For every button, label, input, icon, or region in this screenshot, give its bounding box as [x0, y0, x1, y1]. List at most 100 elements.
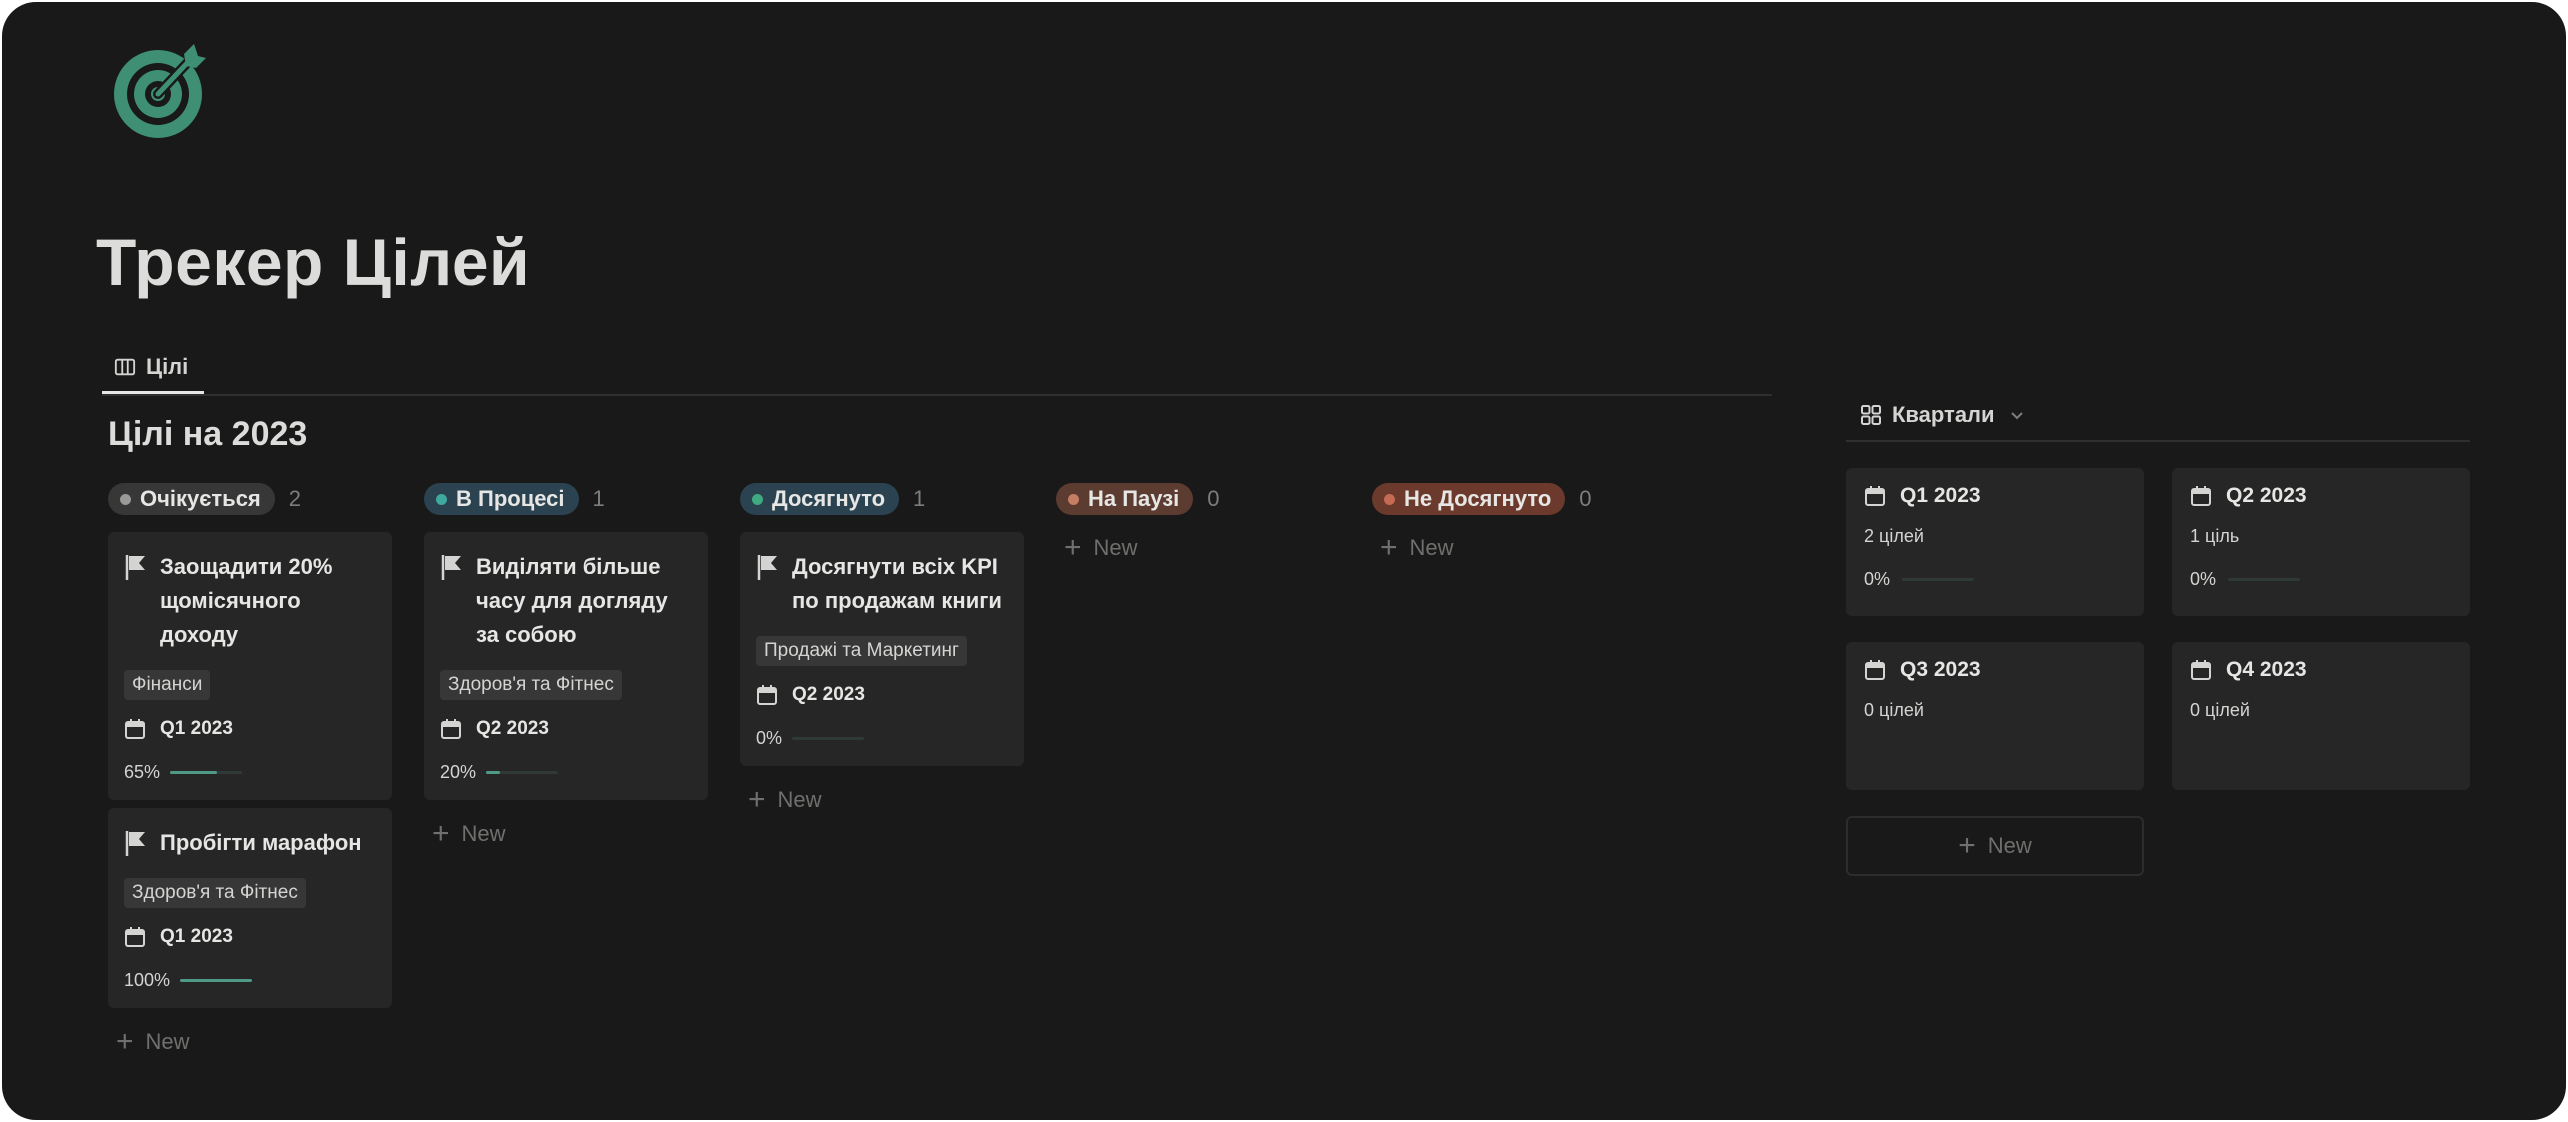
new-label: New — [777, 787, 822, 812]
flag-icon — [441, 555, 461, 580]
app-window: Трекер Цілей Цілі Цілі на 2023 Очікуєтьс… — [2, 2, 2566, 1120]
quarter-card[interactable]: Q3 2023 0 цілей — [1846, 642, 2144, 790]
calendar-icon — [2191, 660, 2211, 680]
progress-bar — [180, 978, 253, 982]
goal-card[interactable]: Досягнути всіх KPI по продажам книги Про… — [740, 532, 1024, 766]
new-card-button[interactable]: + New — [424, 814, 710, 854]
column-header: Досягнуто 1 — [740, 482, 1026, 516]
goal-card[interactable]: Заощадити 20% щомісячного доходу Фінанси… — [108, 532, 392, 800]
new-label: New — [145, 1029, 190, 1054]
new-card-button[interactable]: + New — [1372, 528, 1658, 568]
progress-label: 65% — [124, 761, 161, 782]
board-column-pending: Очікується 2 Заощадити 20% щомісячного д… — [108, 482, 394, 1062]
new-card-button[interactable]: + New — [108, 1022, 394, 1062]
goal-count: 0 цілей — [2190, 700, 2250, 720]
status-dot — [752, 493, 763, 505]
progress-label: 20% — [440, 761, 477, 782]
status-pill[interactable]: Досягнуто — [740, 483, 900, 515]
quarters-view-tab[interactable]: Квартали — [1846, 390, 2470, 442]
calendar-icon — [2191, 486, 2211, 506]
progress-bar — [486, 770, 559, 774]
calendar-icon — [757, 685, 777, 705]
status-pill[interactable]: На Паузі — [1056, 483, 1194, 515]
calendar-icon — [125, 719, 145, 739]
goal-card[interactable]: Виділяти більше часу для догляду за собо… — [424, 532, 708, 800]
progress-fill — [486, 770, 501, 774]
plus-icon: + — [1064, 531, 1082, 564]
progress-label: 0% — [1864, 569, 1891, 589]
quarter-title: Q2 2023 — [2226, 484, 2307, 507]
status-pill[interactable]: Очікується — [108, 483, 275, 515]
status-dot — [436, 493, 447, 505]
column-header: Очікується 2 — [108, 482, 394, 516]
quarter-card[interactable]: Q1 2023 2 цілей 0% — [1846, 468, 2144, 616]
status-pill[interactable]: В Процесі — [424, 483, 579, 515]
progress-fill — [180, 978, 253, 982]
flag-icon — [125, 831, 145, 856]
view-tabs: Цілі — [102, 342, 1772, 396]
status-dot — [1384, 493, 1395, 505]
goal-count: 0 цілей — [1864, 700, 1924, 720]
chevron-down-icon — [2010, 412, 2023, 420]
category-tag: Фінанси — [124, 670, 211, 700]
goal-count: 1 ціль — [2190, 526, 2240, 546]
status-label: На Паузі — [1088, 486, 1180, 511]
gallery-grid-icon — [1861, 405, 1881, 425]
quarter-card[interactable]: Q4 2023 0 цілей — [2172, 642, 2470, 790]
status-label: Досягнуто — [772, 486, 886, 511]
goal-title: Пробігти марафон — [160, 830, 362, 855]
board-column-achieved: Досягнуто 1 Досягнути всіх KPI по продаж… — [740, 482, 1026, 820]
section-title: Цілі на 2023 — [108, 415, 308, 453]
column-header: В Процесі 1 — [424, 482, 710, 516]
status-dot — [120, 493, 131, 505]
progress-label: 0% — [2190, 569, 2217, 589]
column-count: 0 — [1207, 486, 1220, 511]
plus-icon: + — [748, 783, 766, 816]
new-label: New — [1093, 535, 1138, 560]
progress-bar — [2228, 578, 2301, 581]
new-card-button[interactable]: + New — [1056, 528, 1342, 568]
progress-fill — [170, 770, 217, 774]
new-quarter-button[interactable]: + New — [1846, 816, 2144, 876]
status-pill[interactable]: Не Досягнуто — [1372, 483, 1566, 515]
goal-title: Виділяти більше часу для догляду за собо… — [476, 554, 668, 647]
category-tag: Здоров'я та Фітнес — [440, 670, 622, 700]
board-column-not-achieved: Не Досягнуто 0 + New — [1372, 482, 1658, 568]
goal-count: 2 цілей — [1864, 526, 1924, 546]
page-title: Трекер Цілей — [96, 225, 531, 299]
status-label: В Процесі — [456, 486, 565, 511]
goal-title: Заощадити 20% щомісячного доходу — [160, 554, 333, 647]
progress-label: 0% — [756, 727, 783, 748]
column-count: 1 — [913, 486, 926, 511]
target-icon — [114, 44, 206, 138]
new-label: New — [1409, 535, 1454, 560]
calendar-icon — [1865, 660, 1885, 680]
quarter-relation: Q1 2023 — [160, 926, 233, 947]
column-count: 0 — [1579, 486, 1592, 511]
goal-card[interactable]: Пробігти марафон Здоров'я та Фітнес Q1 2… — [108, 808, 392, 1008]
status-dot — [1068, 493, 1079, 505]
tab-label: Цілі — [146, 353, 189, 379]
quarter-relation: Q2 2023 — [792, 684, 865, 705]
quarters-view-label: Квартали — [1892, 402, 1995, 427]
plus-icon: + — [432, 817, 450, 850]
column-header: Не Досягнуто 0 — [1372, 482, 1658, 516]
quarter-title: Q4 2023 — [2226, 658, 2307, 681]
goal-title: Досягнути всіх KPI по продажам книги — [792, 554, 1002, 613]
column-count: 1 — [592, 486, 605, 511]
category-tag: Здоров'я та Фітнес — [124, 878, 306, 908]
new-label: New — [1987, 833, 2032, 858]
progress-bar — [170, 770, 243, 774]
board-column-paused: На Паузі 0 + New — [1056, 482, 1342, 568]
tab-goals[interactable]: Цілі — [102, 342, 204, 394]
new-label: New — [461, 821, 506, 846]
new-card-button[interactable]: + New — [740, 780, 1026, 820]
calendar-icon — [441, 719, 461, 739]
calendar-icon — [1865, 486, 1885, 506]
flag-icon — [757, 555, 777, 580]
plus-icon: + — [1958, 829, 1976, 862]
board-view-icon — [114, 358, 136, 375]
quarter-title: Q3 2023 — [1900, 658, 1981, 681]
quarter-card[interactable]: Q2 2023 1 ціль 0% — [2172, 468, 2470, 616]
progress-bar — [792, 736, 865, 740]
